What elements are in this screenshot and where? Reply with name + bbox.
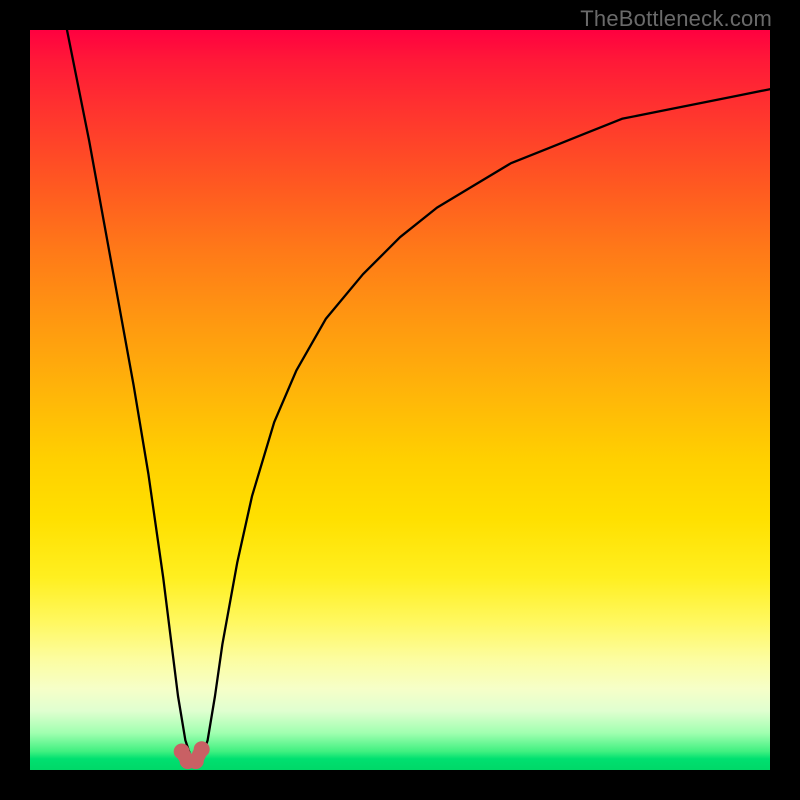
- plot-area: [30, 30, 770, 770]
- chart-frame: TheBottleneck.com: [0, 0, 800, 800]
- watermark-text: TheBottleneck.com: [580, 6, 772, 32]
- heat-gradient-background: [30, 30, 770, 770]
